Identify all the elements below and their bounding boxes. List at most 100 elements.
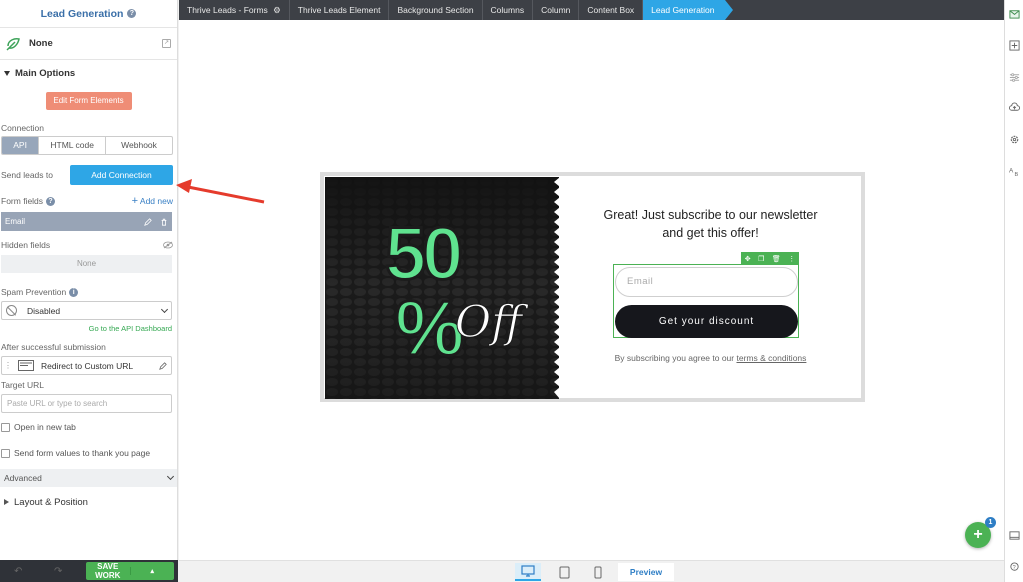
tab-html-code[interactable]: HTML code	[39, 137, 107, 154]
get-discount-button[interactable]: Get your discount	[615, 305, 798, 338]
caret-up-icon[interactable]: ▴	[129, 567, 175, 575]
trash-icon[interactable]: 🗑	[772, 255, 781, 263]
promo-off: Off	[455, 297, 529, 348]
connection-tabs: API HTML code Webhook	[1, 136, 173, 155]
drag-handle-icon[interactable]: ⋮	[4, 361, 12, 370]
ab-test-icon[interactable]: AB	[1009, 166, 1020, 177]
send-form-values-checkbox[interactable]	[1, 448, 10, 458]
email-input[interactable]: Email	[615, 267, 798, 297]
terms-link[interactable]: terms & conditions	[736, 353, 806, 363]
add-new-field-button[interactable]: + Add new	[132, 195, 173, 207]
caret-down-icon	[4, 70, 10, 76]
svg-text:B: B	[1015, 172, 1019, 177]
zigzag-edge	[554, 177, 559, 398]
send-leads-label: Send leads to	[1, 170, 53, 180]
layout-position-header[interactable]: Layout & Position	[0, 493, 177, 511]
save-work-button[interactable]: SAVE WORK ▴	[86, 562, 174, 580]
more-icon[interactable]: ⋮	[788, 255, 795, 263]
desktop-view-button[interactable]	[515, 563, 541, 581]
trash-icon[interactable]	[160, 218, 168, 226]
main-options-header[interactable]: Main Options	[0, 60, 177, 86]
help-icon[interactable]: ?	[127, 9, 137, 18]
after-submission-select[interactable]: ⋮ Redirect to Custom URL	[1, 356, 172, 375]
headline-line-2: and get this offer!	[662, 226, 759, 240]
breadcrumb-item-active[interactable]: Lead Generation	[643, 0, 733, 20]
add-element-icon[interactable]	[1009, 40, 1020, 51]
lead-generation-box[interactable]: 50 % Off Great! Just subscribe to our ne…	[320, 172, 865, 402]
target-url-input[interactable]: Paste URL or type to search	[1, 394, 172, 413]
sliders-icon[interactable]	[1009, 72, 1020, 83]
target-url-label: Target URL	[1, 380, 44, 390]
spam-prevention-value: Disabled	[27, 305, 61, 316]
tab-api[interactable]: API	[2, 137, 40, 154]
breadcrumb-item[interactable]: Content Box	[579, 0, 644, 20]
promo-image[interactable]: 50 % Off	[325, 177, 559, 399]
api-dashboard-link[interactable]: Go to the API Dashboard	[0, 324, 177, 333]
gear-icon[interactable]: ⚙	[273, 5, 281, 15]
chevron-down-icon	[166, 472, 175, 481]
open-new-tab-row[interactable]: Open in new tab	[0, 422, 177, 432]
target-url-placeholder: Paste URL or type to search	[7, 399, 108, 408]
promo-graphic: 50 % Off	[325, 177, 559, 399]
info-icon[interactable]: i	[69, 287, 79, 297]
edit-form-elements-button[interactable]: Edit Form Elements	[45, 92, 132, 110]
mobile-view-button[interactable]	[585, 563, 611, 581]
device-bar: Preview	[179, 560, 1004, 582]
layout-icon[interactable]	[1009, 530, 1020, 541]
terms-disclaimer: By subscribing you agree to our terms & …	[560, 353, 861, 363]
tablet-view-button[interactable]	[551, 563, 577, 581]
style-row[interactable]: None ↗	[0, 28, 177, 60]
cloud-upload-icon[interactable]	[1009, 102, 1020, 113]
tablet-icon	[559, 566, 569, 578]
breadcrumb-item[interactable]: Thrive Leads Element	[290, 0, 390, 20]
gear-icon[interactable]	[1009, 134, 1020, 145]
move-icon[interactable]: ✥	[745, 255, 751, 263]
pencil-icon[interactable]	[144, 217, 152, 226]
breadcrumb-item[interactable]: Background Section	[389, 0, 483, 20]
eye-slash-icon[interactable]	[163, 241, 173, 249]
preview-button[interactable]: Preview	[618, 563, 674, 581]
breadcrumb: Thrive Leads - Forms ⚙ Thrive Leads Elem…	[179, 0, 1004, 20]
breadcrumb-item[interactable]: Columns	[483, 0, 534, 20]
open-new-tab-checkbox[interactable]	[1, 422, 10, 432]
newsletter-headline[interactable]: Great! Just subscribe to our newsletter …	[560, 206, 861, 242]
hidden-fields-label: Hidden fields	[1, 240, 51, 250]
after-submission-value: Redirect to Custom URL	[41, 360, 134, 371]
form-fields-row: Form fields ? + Add new	[0, 195, 177, 207]
send-form-values-row[interactable]: Send form values to thank you page	[0, 448, 177, 458]
form-field-email[interactable]: Email	[1, 212, 172, 231]
add-new-label: Add new	[139, 196, 173, 206]
redo-icon[interactable]: ↷	[54, 566, 62, 577]
duplicate-icon[interactable]: ❐	[758, 255, 764, 263]
caret-right-icon	[4, 499, 9, 505]
help-icon[interactable]: ?	[1009, 562, 1020, 573]
lead-form[interactable]: ✥ ❐ 🗑 ⋮ Email Get your discount	[613, 252, 799, 338]
external-link-icon[interactable]: ↗	[162, 39, 171, 48]
editor-canvas: 50 % Off Great! Just subscribe to our ne…	[179, 20, 1004, 560]
pencil-icon[interactable]	[159, 361, 167, 370]
email-field-label: Email	[5, 217, 26, 226]
form-toolbar: ✥ ❐ 🗑 ⋮	[741, 252, 799, 265]
breadcrumb-item[interactable]: Column	[533, 0, 580, 20]
envelope-icon[interactable]	[1009, 8, 1020, 19]
right-toolbar: AB ?	[1004, 0, 1023, 582]
tab-webhook[interactable]: Webhook	[106, 137, 172, 154]
sidebar-title: Lead Generation	[40, 7, 124, 20]
promo-percent: %	[395, 284, 464, 372]
add-connection-button[interactable]: Add Connection	[70, 165, 173, 185]
breadcrumb-item[interactable]: Thrive Leads - Forms ⚙	[179, 0, 290, 20]
form-fields-label: Form fields	[1, 196, 44, 206]
connection-label: Connection	[1, 123, 45, 133]
advanced-section-header[interactable]: Advanced	[0, 469, 177, 487]
disabled-icon	[6, 305, 17, 316]
mobile-icon	[594, 566, 602, 578]
after-submission-label: After successful submission	[1, 342, 106, 352]
newsletter-panel: Great! Just subscribe to our newsletter …	[560, 176, 861, 398]
red-arrow-annotation	[176, 179, 265, 204]
main-options-label: Main Options	[15, 67, 76, 79]
layout-position-label: Layout & Position	[14, 496, 88, 508]
undo-icon[interactable]: ↶	[14, 566, 22, 577]
help-icon[interactable]: ?	[46, 196, 56, 206]
chevron-down-icon	[160, 305, 169, 313]
spam-prevention-select[interactable]: Disabled	[1, 301, 172, 320]
